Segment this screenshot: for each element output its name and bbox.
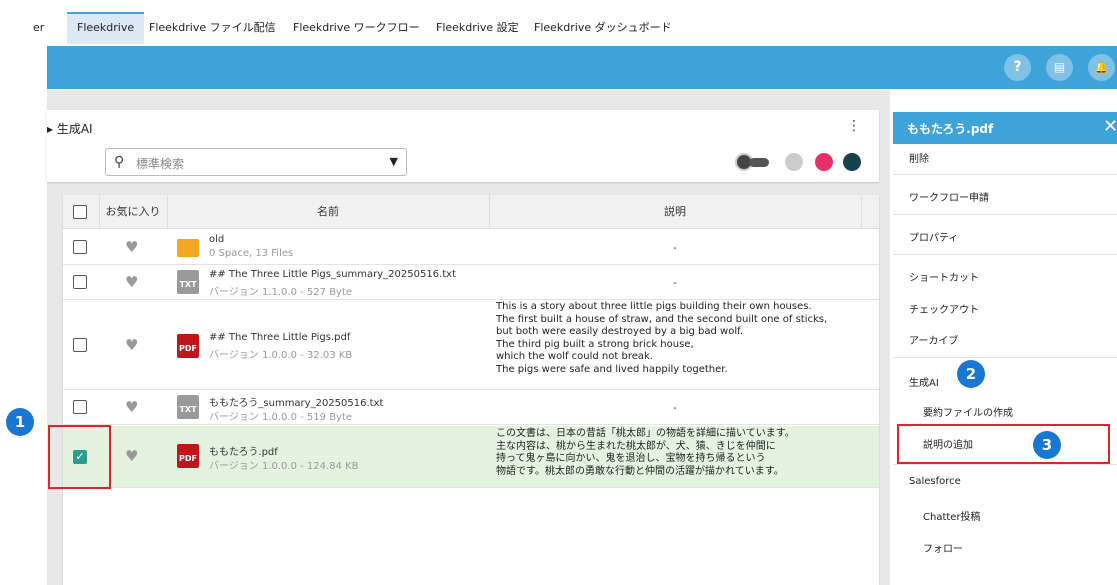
tab-partial[interactable]: er bbox=[33, 12, 44, 44]
file-description: - bbox=[673, 401, 677, 414]
file-meta: バージョン 1.0.0.0 - 519 Byte bbox=[209, 412, 353, 423]
column-header-favorite[interactable]: お気に入り bbox=[99, 195, 167, 229]
txt-file-icon: TXT bbox=[177, 270, 199, 294]
list-view-icon[interactable] bbox=[785, 153, 803, 171]
menu-item-workflow-request[interactable]: ワークフロー申請 bbox=[909, 189, 989, 204]
menu-item-chatter-post[interactable]: Chatter投稿 bbox=[923, 508, 981, 523]
file-meta: バージョン 1.0.0.0 - 124.84 KB bbox=[209, 461, 359, 472]
file-description-line: この文書は、日本の昔話「桃太郎」の物語を詳細に描いています。 bbox=[496, 428, 795, 439]
menu-item-archive[interactable]: アーカイブ bbox=[909, 332, 958, 347]
heart-icon[interactable]: ♥ bbox=[125, 273, 138, 291]
tab-file-delivery[interactable]: Fleekdrive ファイル配信 bbox=[149, 12, 276, 44]
tab-settings[interactable]: Fleekdrive 設定 bbox=[436, 12, 519, 44]
table-row[interactable]: ♥ TXT ## The Three Little Pigs_summary_2… bbox=[63, 265, 879, 300]
tab-workflow[interactable]: Fleekdrive ワークフロー bbox=[293, 12, 420, 44]
file-description-line: but both were easily destroyed by a big … bbox=[496, 326, 744, 337]
calendar-icon[interactable]: ▤ bbox=[1046, 54, 1073, 81]
panel-title: ももたろう.pdf bbox=[907, 122, 994, 136]
tag-filter-icon[interactable] bbox=[843, 153, 861, 171]
file-name[interactable]: ももたろう.pdf bbox=[209, 443, 278, 458]
file-name[interactable]: ## The Three Little Pigs.pdf bbox=[209, 332, 350, 343]
txt-file-icon: TXT bbox=[177, 395, 199, 419]
file-name[interactable]: old bbox=[209, 234, 224, 245]
row-checkbox[interactable] bbox=[73, 240, 87, 254]
heart-icon[interactable]: ♥ bbox=[125, 336, 138, 354]
file-description-line: 持って鬼ヶ島に向かい、鬼を退治し、宝物を持ち帰るという bbox=[496, 453, 766, 464]
more-options-icon[interactable]: ⋮ bbox=[847, 118, 861, 134]
breadcrumb[interactable]: ▸ 生成AI bbox=[47, 120, 93, 137]
file-description-line: The pigs were safe and lived happily tog… bbox=[496, 363, 728, 375]
heart-icon[interactable]: ♥ bbox=[125, 398, 138, 416]
search-placeholder: 標準検索 bbox=[136, 157, 185, 171]
table-row[interactable]: ♥ PDF ## The Three Little Pigs.pdf バージョン… bbox=[63, 300, 879, 390]
panel-header: ももたろう.pdf ✕ bbox=[893, 112, 1117, 144]
heart-icon[interactable]: ♥ bbox=[125, 238, 138, 256]
select-all-checkbox[interactable] bbox=[73, 205, 87, 219]
menu-divider bbox=[893, 254, 1117, 255]
close-icon[interactable]: ✕ bbox=[1103, 116, 1117, 137]
heart-icon[interactable]: ♥ bbox=[125, 447, 138, 465]
step-badge-3: 3 bbox=[1033, 431, 1061, 459]
thumbnail-toggle[interactable] bbox=[735, 153, 771, 171]
column-header-name[interactable]: 名前 bbox=[167, 195, 489, 229]
menu-item-shortcut[interactable]: ショートカット bbox=[909, 269, 979, 284]
menu-item-delete[interactable]: 削除 bbox=[909, 150, 929, 165]
menu-divider bbox=[893, 357, 1117, 358]
left-gutter bbox=[0, 90, 47, 585]
highlight-box-add-description bbox=[897, 424, 1110, 464]
menu-divider bbox=[893, 464, 1117, 465]
menu-divider bbox=[893, 174, 1117, 175]
pdf-file-icon: PDF bbox=[177, 334, 199, 358]
folder-header-card: ▸ 生成AI ⋮ ⚲ 標準検索 ▼ bbox=[47, 110, 879, 182]
file-meta: バージョン 1.1.0.0 - 527 Byte bbox=[209, 287, 353, 298]
tab-fleekdrive[interactable]: Fleekdrive bbox=[67, 12, 145, 44]
menu-section-salesforce: Salesforce bbox=[909, 476, 961, 487]
step-badge-2: 2 bbox=[957, 360, 985, 388]
file-description-line: The first built a house of straw, and th… bbox=[496, 313, 828, 325]
file-name[interactable]: ## The Three Little Pigs_summary_2025051… bbox=[209, 269, 456, 280]
file-description-line: 物語です。桃太郎の勇敢な行動と仲間の活躍が描かれています。 bbox=[496, 465, 784, 477]
file-meta: バージョン 1.0.0.0 - 32.03 KB bbox=[209, 350, 353, 361]
file-meta: 0 Space, 13 Files bbox=[209, 248, 294, 259]
table-row[interactable]: ♥ TXT ももたろう_summary_20250516.txt バージョン 1… bbox=[63, 390, 879, 425]
menu-item-create-summary[interactable]: 要約ファイルの作成 bbox=[923, 404, 1013, 419]
app-tab-bar: er Fleekdrive Fleekdrive ファイル配信 Fleekdri… bbox=[0, 0, 1117, 46]
menu-item-checkout[interactable]: チェックアウト bbox=[909, 301, 979, 316]
help-icon[interactable]: ? bbox=[1004, 54, 1031, 81]
file-description-line: The third pig built a strong brick house… bbox=[496, 338, 694, 350]
menu-item-follow[interactable]: フォロー bbox=[923, 540, 963, 555]
favorite-filter-icon[interactable] bbox=[815, 153, 833, 171]
column-header-description[interactable]: 説明 bbox=[489, 195, 861, 229]
app-header-bar: ? ▤ 🔔 bbox=[47, 46, 1117, 89]
highlight-box-checkbox bbox=[48, 425, 111, 489]
bell-icon[interactable]: 🔔 bbox=[1088, 54, 1115, 81]
file-description-line: This is a story about three little pigs … bbox=[496, 301, 812, 312]
file-description: - bbox=[673, 276, 677, 289]
file-action-panel: ももたろう.pdf ✕ 削除 ワークフロー申請 プロパティ ショートカット チェ… bbox=[893, 112, 1117, 585]
search-input[interactable]: ⚲ 標準検索 ▼ bbox=[105, 148, 407, 176]
row-checkbox[interactable] bbox=[73, 400, 87, 414]
table-row[interactable]: ♥ old 0 Space, 13 Files - bbox=[63, 230, 879, 265]
file-name[interactable]: ももたろう_summary_20250516.txt bbox=[209, 394, 383, 409]
chevron-down-icon[interactable]: ▼ bbox=[390, 155, 398, 168]
column-divider bbox=[861, 195, 862, 229]
table-header: お気に入り 名前 説明 bbox=[63, 195, 879, 229]
row-checkbox[interactable] bbox=[73, 275, 87, 289]
step-badge-1: 1 bbox=[6, 408, 34, 436]
menu-section-generative-ai: 生成AI bbox=[909, 378, 939, 389]
menu-divider bbox=[893, 214, 1117, 215]
table-row-selected[interactable]: ✓ ♥ PDF ももたろう.pdf バージョン 1.0.0.0 - 124.84… bbox=[63, 426, 879, 488]
file-description-line: 主な内容は、桃から生まれた桃太郎が、犬、猿、きじを仲間に bbox=[496, 440, 776, 452]
file-table: お気に入り 名前 説明 ♥ old 0 Space, 13 Files - ♥ … bbox=[63, 195, 879, 585]
search-icon: ⚲ bbox=[114, 154, 125, 170]
pdf-file-icon: PDF bbox=[177, 444, 199, 468]
tab-dashboard[interactable]: Fleekdrive ダッシュボード bbox=[534, 12, 672, 44]
folder-icon bbox=[177, 239, 199, 257]
file-description: - bbox=[673, 241, 677, 254]
row-checkbox[interactable] bbox=[73, 338, 87, 352]
file-description-line: which the wolf could not break. bbox=[496, 351, 653, 362]
menu-item-properties[interactable]: プロパティ bbox=[909, 229, 958, 244]
